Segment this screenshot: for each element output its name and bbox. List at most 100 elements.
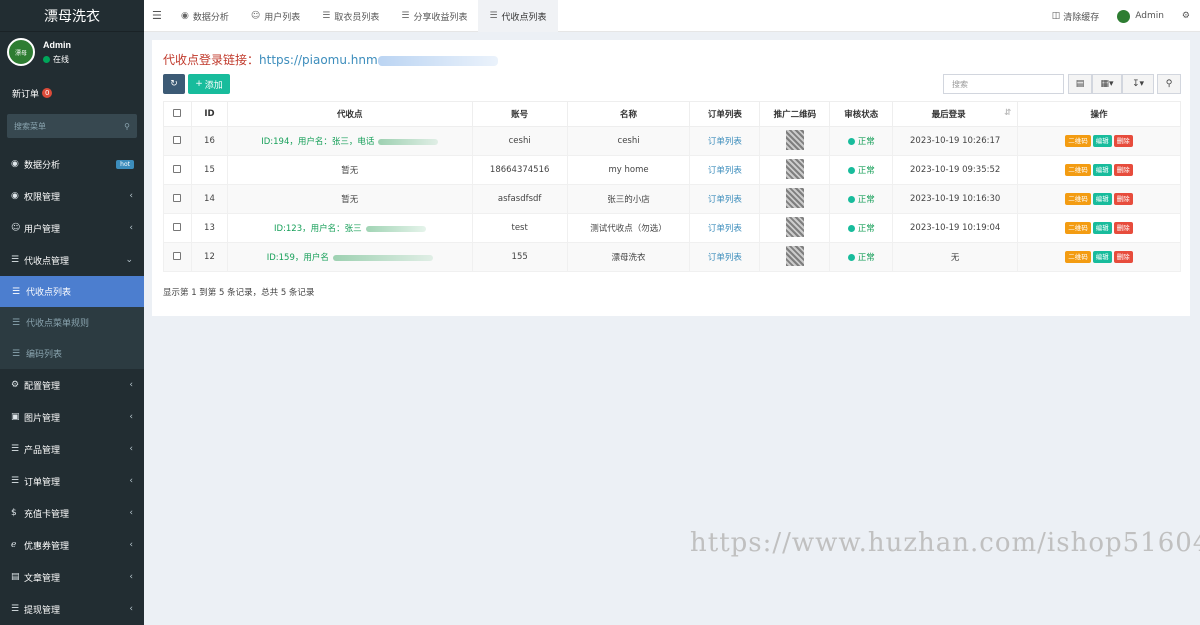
add-label: 添加 [204,80,223,91]
search-button[interactable]: ⚲ [1157,74,1181,94]
chevron-left-icon: ‹ [129,604,133,614]
table-header-row: ID 代收点 账号 名称 订单列表 推广二维码 审核状态 最后登录 ⇵ 操作 [163,101,1181,127]
sidebar-item-label: 订单管理 [24,477,61,488]
qrcode-image[interactable] [785,129,804,150]
row-checkbox[interactable] [173,251,182,260]
search-icon[interactable]: ⚲ [124,122,130,131]
cell-name: 漂母洗衣 [566,242,691,272]
settings-button[interactable]: ⚙ [1182,11,1190,21]
tab-label: 分享收益列表 [413,12,468,23]
delete-button[interactable]: 删除 [1113,193,1133,205]
export-button[interactable]: ↧▾ [1122,74,1154,94]
table-row: 12 ID:159，用户名 155 漂母洗衣 订单列表 正常 无 二维码 编辑 删除 [163,242,1181,272]
edit-button[interactable]: 编辑 [1092,193,1112,205]
column-header-last-login[interactable]: 最后登录 ⇵ [892,101,1019,127]
cell-point: 暂无 [226,184,473,214]
trash-icon: ◫ [1051,11,1061,21]
cell-id: 16 [190,126,228,156]
delete-button[interactable]: 删除 [1113,222,1133,234]
row-checkbox[interactable] [173,164,182,173]
sidebar-item-products[interactable]: ☰ 产品管理 ‹ [0,433,144,465]
new-order-label: 新订单 [12,89,40,100]
columns-button[interactable]: ▦▾ [1092,74,1122,94]
delete-button[interactable]: 删除 [1113,164,1133,176]
tab-users[interactable]: ☺ 用户列表 [240,0,311,32]
top-right-actions: ◫ 清除缓存 Admin ⚙ [1034,0,1190,32]
qrcode-button[interactable]: 二维码 [1065,222,1091,234]
qrcode-button[interactable]: 二维码 [1065,164,1091,176]
qrcode-button[interactable]: 二维码 [1065,135,1091,147]
row-checkbox[interactable] [173,135,182,144]
cell-account: test [471,213,568,243]
toggle-view-button[interactable]: ▤ [1068,74,1092,94]
cell-qrcode [759,242,831,272]
edit-button[interactable]: 编辑 [1092,251,1112,263]
qrcode-image[interactable] [785,216,804,237]
sidebar-item-images[interactable]: ▣ 图片管理 ‹ [0,401,144,433]
cell-actions: 二维码 编辑 删除 [1017,126,1181,156]
sidebar-item-recharge-cards[interactable]: $ 充值卡管理 ‹ [0,497,144,529]
tab-collection-points[interactable]: ☰ 代收点列表 [478,0,558,32]
table-search-input[interactable]: 搜索 [943,74,1064,94]
status-dot-icon [847,167,855,174]
collection-points-table: ID 代收点 账号 名称 订单列表 推广二维码 审核状态 最后登录 ⇵ 操作 16… [163,101,1181,272]
column-header-orders: 订单列表 [689,101,761,127]
tab-share-earnings[interactable]: ☰ 分享收益列表 [390,0,478,32]
delete-button[interactable]: 删除 [1113,135,1133,147]
menu-toggle-icon[interactable]: ☰ [152,9,162,22]
chevron-left-icon: ‹ [129,412,133,422]
new-order-link[interactable]: 新订单 0 [0,78,144,108]
sidebar-item-users[interactable]: ☺ 用户管理 ‹ [0,212,144,244]
qrcode-image[interactable] [785,158,804,179]
admin-menu[interactable]: Admin [1117,9,1164,23]
gear-icon: ⚙ [11,380,20,390]
order-list-link[interactable]: 订单列表 [689,213,761,243]
tab-dashboard[interactable]: ◉ 数据分析 [170,0,240,32]
select-all-checkbox[interactable] [173,108,182,117]
edit-button[interactable]: 编辑 [1092,222,1112,234]
column-header-id[interactable]: ID [190,101,228,127]
column-header-last-login-label: 最后登录 [931,110,966,120]
submenu-item-point-list[interactable]: ☰ 代收点列表 [0,276,144,307]
chevron-left-icon: ‹ [129,191,133,201]
chevron-left-icon: ‹ [129,572,133,582]
submenu-item-code-list[interactable]: ☰ 编码列表 [0,338,144,369]
list-icon: ☰ [11,604,20,614]
sidebar-search-input[interactable]: 搜索菜单 ⚲ [7,114,137,138]
submenu-item-label: 代收点列表 [26,288,72,298]
order-list-link[interactable]: 订单列表 [689,155,761,185]
tab-pickers[interactable]: ☰ 取衣员列表 [311,0,390,32]
clear-cache-button[interactable]: ◫ 清除缓存 [1052,10,1100,23]
login-url[interactable]: https://piaomu.hnm [259,53,378,67]
refresh-button[interactable]: ↻ [163,74,185,94]
sidebar-item-articles[interactable]: ▤ 文章管理 ‹ [0,561,144,593]
edit-button[interactable]: 编辑 [1092,135,1112,147]
qrcode-button[interactable]: 二维码 [1065,251,1091,263]
dollar-icon: $ [11,508,17,518]
hot-badge: hot [116,159,134,169]
order-list-link[interactable]: 订单列表 [689,242,761,272]
sidebar-item-collection-points[interactable]: ☰ 代收点管理 ⌄ [0,244,144,276]
sidebar-item-coupons[interactable]: ℯ 优惠券管理 ‹ [0,529,144,561]
delete-button[interactable]: 删除 [1113,251,1133,263]
add-button[interactable]: + 添加 [188,74,230,94]
sidebar-item-withdrawals[interactable]: ☰ 提现管理 ‹ [0,593,144,625]
chevron-left-icon: ‹ [129,476,133,486]
qrcode-button[interactable]: 二维码 [1065,193,1091,205]
sidebar-item-permissions[interactable]: ◉ 权限管理 ‹ [0,180,144,212]
order-list-link[interactable]: 订单列表 [689,126,761,156]
row-checkbox[interactable] [173,222,182,231]
qrcode-image[interactable] [785,245,804,266]
row-checkbox[interactable] [173,193,182,202]
brand-logo[interactable]: 漂母洗衣 [0,0,144,32]
sidebar: 漂母洗衣 漂母 Admin 在线 新订单 0 搜索菜单 ⚲ ◉ 数据分析 hot ◉ 权限… [0,0,144,625]
sidebar-item-orders[interactable]: ☰ 订单管理 ‹ [0,465,144,497]
table-row: 13 ID:123，用户名：张三 test 测试代收点（勿选） 订单列表 正常 … [163,213,1181,243]
qrcode-image[interactable] [785,187,804,208]
sidebar-item-config[interactable]: ⚙ 配置管理 ‹ [0,369,144,401]
sidebar-item-dashboard[interactable]: ◉ 数据分析 hot [0,148,144,180]
submenu-item-menu-rules[interactable]: ☰ 代收点菜单规则 [0,307,144,338]
sidebar-item-label: 数据分析 [24,160,61,171]
edit-button[interactable]: 编辑 [1092,164,1112,176]
order-list-link[interactable]: 订单列表 [689,184,761,214]
